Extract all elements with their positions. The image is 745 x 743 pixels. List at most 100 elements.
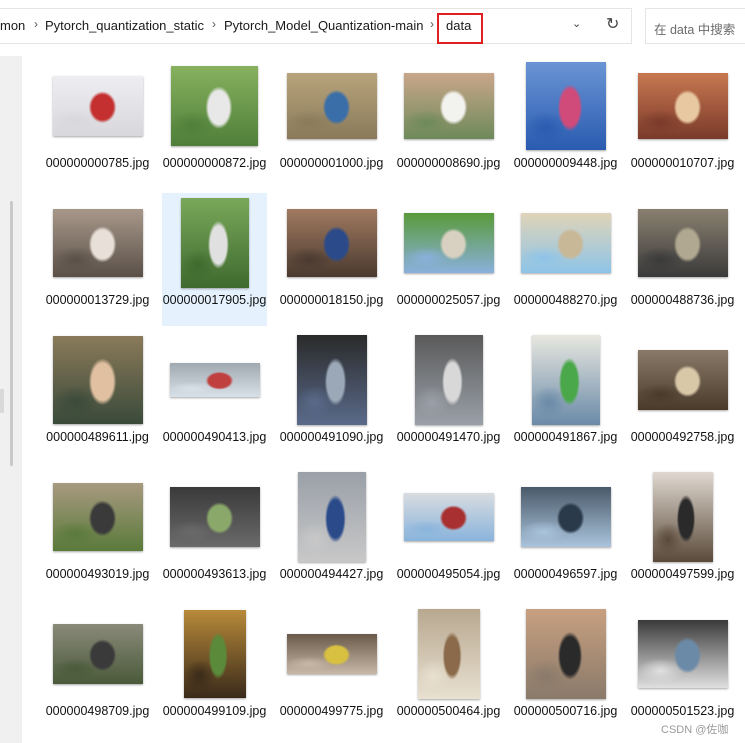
search-input[interactable]: 在 data 中搜索 [654,19,735,38]
thumbnail-image [183,610,246,698]
thumbnail-image [180,198,249,288]
thumbnail-image [169,487,260,547]
file-item[interactable]: 000000496597.jpg [513,467,618,600]
file-name-label: 000000492758.jpg [630,430,735,444]
file-name-label: 000000488736.jpg [630,293,735,307]
file-name-label: 000000491090.jpg [279,430,384,444]
address-bar: mon › Pytorch_quantization_static › Pyto… [0,0,745,52]
thumbnail-image [403,73,494,139]
thumbnail-image [403,213,494,273]
file-name-label: 000000500464.jpg [396,704,501,718]
file-item[interactable]: 000000017905.jpg [162,193,267,326]
file-item[interactable]: 000000010707.jpg [630,56,735,189]
file-item[interactable]: 000000001000.jpg [279,56,384,189]
thumbnail-frame [513,471,618,563]
thumbnail-frame [45,60,150,152]
thumbnail-frame [279,334,384,426]
file-name-label: 000000000872.jpg [162,156,267,170]
file-item[interactable]: 000000000872.jpg [162,56,267,189]
file-item[interactable]: 000000491867.jpg [513,330,618,463]
file-item[interactable]: 000000025057.jpg [396,193,501,326]
file-item[interactable]: 000000499109.jpg [162,604,267,737]
thumbnail-frame [162,60,267,152]
thumbnail-frame [396,334,501,426]
thumbnail-frame [396,60,501,152]
refresh-icon[interactable]: ↻ [606,14,619,34]
file-item[interactable]: 000000018150.jpg [279,193,384,326]
file-item[interactable]: 000000492758.jpg [630,330,735,463]
file-name-label: 000000498709.jpg [45,704,150,718]
file-item[interactable]: 000000500716.jpg [513,604,618,737]
thumbnail-image [520,487,611,547]
file-item[interactable]: 000000494427.jpg [279,467,384,600]
thumbnail-frame [279,60,384,152]
chevron-right-icon: › [212,17,216,31]
file-item[interactable]: 000000501523.jpg [630,604,735,737]
chevron-down-icon[interactable]: ⌄ [572,17,581,30]
file-item[interactable]: 000000491090.jpg [279,330,384,463]
breadcrumb-item-pytorch-model-quantization-main[interactable]: Pytorch_Model_Quantization-main [224,18,423,33]
file-name-label: 000000493613.jpg [162,567,267,581]
file-item[interactable]: 000000499775.jpg [279,604,384,737]
current-folder-highlight [437,13,483,44]
file-item[interactable]: 000000490413.jpg [162,330,267,463]
file-item[interactable]: 000000488736.jpg [630,193,735,326]
thumbnail-frame [513,608,618,700]
thumbnail-image [52,209,143,277]
file-name-label: 000000491470.jpg [396,430,501,444]
thumbnail-frame [162,471,267,563]
file-item[interactable]: 000000497599.jpg [630,467,735,600]
file-name-label: 000000018150.jpg [279,293,384,307]
file-name-label: 000000501523.jpg [630,704,735,718]
file-name-label: 000000001000.jpg [279,156,384,170]
breadcrumb-item-mon[interactable]: mon [0,18,25,33]
file-item[interactable]: 000000493019.jpg [45,467,150,600]
file-name-label: 000000494427.jpg [279,567,384,581]
navigation-scrollbar[interactable] [10,201,13,466]
watermark-text: CSDN @佐咖 [661,724,729,736]
file-item[interactable]: 000000498709.jpg [45,604,150,737]
breadcrumb-item-pytorch-quantization-static[interactable]: Pytorch_quantization_static [45,18,204,33]
file-item[interactable]: 000000491470.jpg [396,330,501,463]
search-box[interactable]: 在 data 中搜索 [645,8,745,44]
file-item[interactable]: 000000495054.jpg [396,467,501,600]
thumbnail-frame [279,471,384,563]
thumbnail-image [414,335,483,425]
file-name-label: 000000500716.jpg [513,704,618,718]
thumbnail-frame [630,334,735,426]
file-item[interactable]: 000000013729.jpg [45,193,150,326]
thumbnail-frame [162,197,267,289]
thumbnail-image [169,363,260,397]
file-item[interactable]: 000000500464.jpg [396,604,501,737]
file-item[interactable]: 000000000785.jpg [45,56,150,189]
thumbnail-frame [513,197,618,289]
thumbnail-image [637,620,728,688]
file-item[interactable]: 000000493613.jpg [162,467,267,600]
thumbnail-image [286,209,377,277]
thumbnail-frame [279,197,384,289]
file-name-label: 000000493019.jpg [45,567,150,581]
file-name-label: 000000017905.jpg [162,293,267,307]
file-name-label: 000000025057.jpg [396,293,501,307]
pane-resize-handle[interactable] [0,389,4,413]
navigation-pane [0,56,22,743]
thumbnail-image [637,73,728,139]
file-item[interactable]: 000000008690.jpg [396,56,501,189]
file-name-label: 000000013729.jpg [45,293,150,307]
file-item[interactable]: 000000488270.jpg [513,193,618,326]
file-name-label: 000000489611.jpg [46,430,149,444]
thumbnail-frame [45,334,150,426]
thumbnail-image [286,73,377,139]
file-item[interactable]: 000000489611.jpg [45,330,150,463]
thumbnail-image [417,609,480,699]
file-name-label: 000000008690.jpg [396,156,501,170]
thumbnail-image [296,335,367,425]
thumbnail-frame [162,608,267,700]
chevron-right-icon: › [34,17,38,31]
thumbnail-frame [396,608,501,700]
thumbnail-image [286,634,377,674]
thumbnail-frame [45,608,150,700]
file-item[interactable]: 000000009448.jpg [513,56,618,189]
file-name-label: 000000497599.jpg [630,567,735,581]
file-grid: 000000000785.jpg 000000000872.jpg 00000000… [22,56,745,743]
